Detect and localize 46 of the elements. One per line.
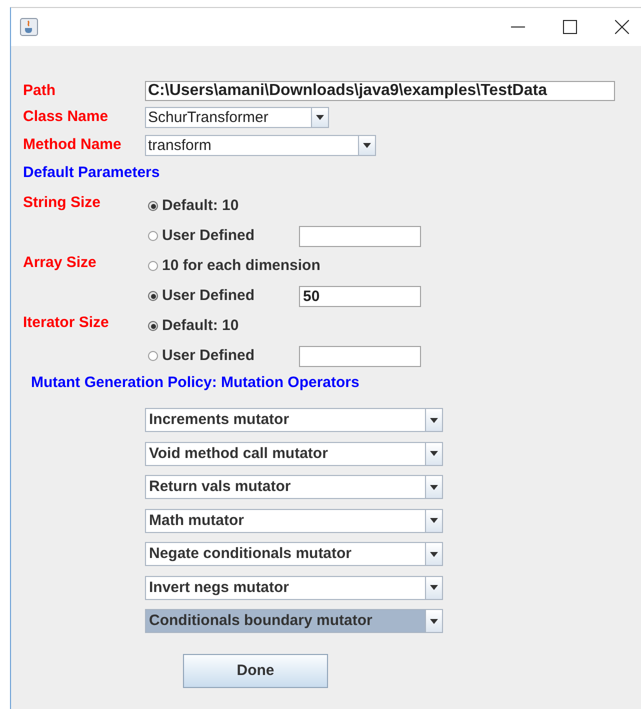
input-field[interactable]: [299, 226, 421, 246]
maximize-icon[interactable]: [563, 20, 577, 34]
field-label: Method Name: [23, 134, 122, 155]
radio-option[interactable]: Default: 10: [148, 314, 299, 338]
dropdown-arrow-icon[interactable]: [430, 418, 438, 422]
combo-box[interactable]: transform: [145, 134, 376, 156]
dropdown-arrow-icon[interactable]: [316, 114, 324, 120]
operator-combo-box[interactable]: Return vals mutator: [145, 475, 443, 499]
dropdown-arrow-icon[interactable]: [430, 518, 438, 523]
input-field[interactable]: 50: [299, 286, 421, 306]
input-field[interactable]: [299, 346, 421, 366]
radio-option[interactable]: User Defined: [148, 224, 299, 248]
radio-icon[interactable]: [148, 201, 158, 211]
parameter-label: Iterator Size: [23, 314, 109, 331]
dropdown-arrow-icon[interactable]: [363, 142, 371, 148]
field-label: Path: [23, 80, 57, 101]
radio-icon[interactable]: [148, 321, 158, 331]
section-heading: Mutant Generation Policy: Mutation Operators: [31, 372, 360, 393]
operator-combo-box[interactable]: Void method call mutator: [145, 442, 443, 466]
done-button[interactable]: Done: [183, 654, 328, 688]
dropdown-arrow-icon[interactable]: [430, 451, 438, 456]
operator-combo-box[interactable]: Math mutator: [145, 508, 443, 532]
section-heading: Default Parameters: [23, 162, 160, 183]
operator-combo-box[interactable]: Negate conditionals mutator: [145, 542, 443, 566]
java-cup-icon: [20, 18, 38, 36]
radio-option[interactable]: 10 for each dimension: [148, 254, 320, 278]
close-icon[interactable]: [615, 20, 629, 34]
operator-combo-box[interactable]: Increments mutator: [145, 408, 443, 432]
radio-option[interactable]: User Defined: [148, 284, 299, 308]
dropdown-arrow-icon[interactable]: [430, 484, 438, 490]
operator-combo-box[interactable]: Invert negs mutator: [145, 576, 443, 600]
radio-icon[interactable]: [148, 351, 158, 361]
parameter-label: Array Size: [23, 254, 96, 271]
operator-combo-box[interactable]: Conditionals boundary mutator: [145, 609, 443, 633]
radio-icon[interactable]: [148, 261, 158, 271]
parameter-label: String Size: [23, 194, 101, 211]
field-label: Class Name: [23, 106, 110, 127]
combo-box[interactable]: SchurTransformer: [145, 106, 329, 128]
dropdown-arrow-icon[interactable]: [430, 552, 438, 556]
path-field[interactable]: C:\Users\amani\Downloads\java9\examples\TestData: [145, 81, 615, 101]
radio-option[interactable]: User Defined: [148, 344, 299, 368]
dropdown-arrow-icon[interactable]: [430, 618, 438, 624]
radio-option[interactable]: Default: 10: [148, 194, 299, 218]
radio-icon[interactable]: [148, 231, 158, 241]
radio-icon[interactable]: [148, 291, 158, 301]
dropdown-arrow-icon[interactable]: [430, 585, 438, 590]
